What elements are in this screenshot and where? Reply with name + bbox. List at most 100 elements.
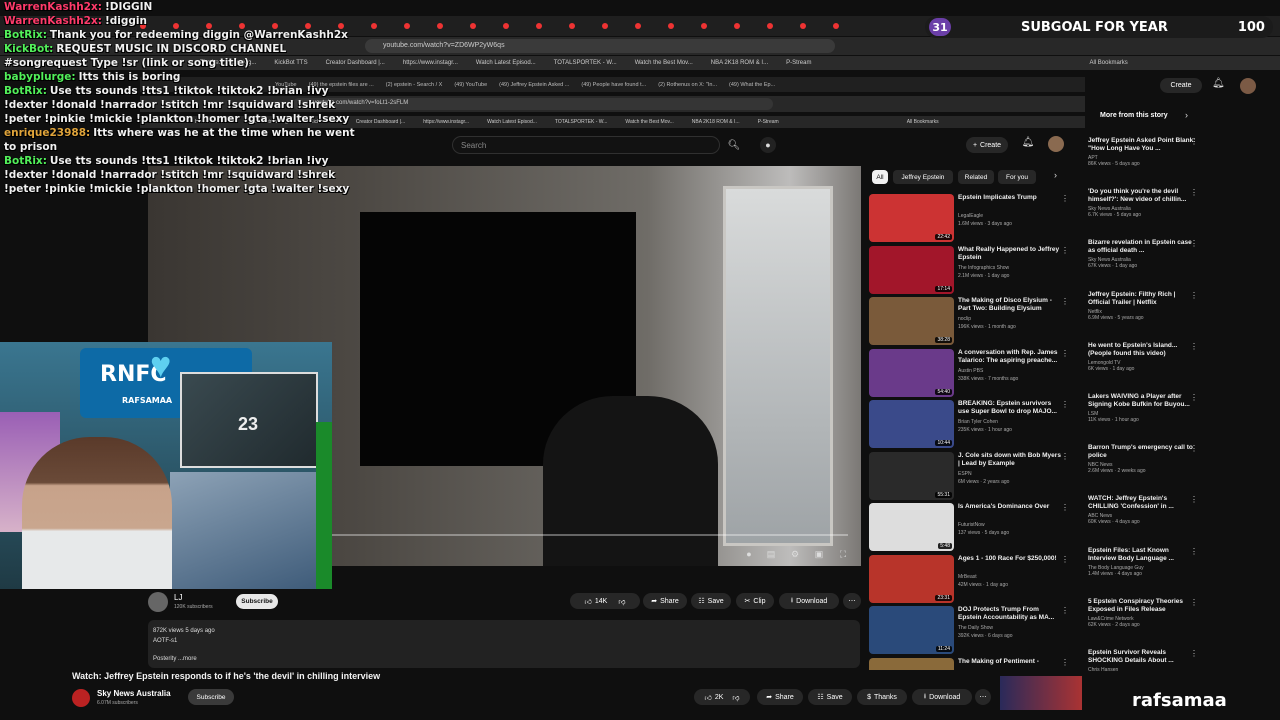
recommendation-item[interactable]: 23:31 Ages 1 - 100 Race For $250,000! MrBe… xyxy=(869,554,1079,603)
outer-recommendation-item[interactable]: Jeffrey Epstein Asked Point Blank: "How … xyxy=(1088,137,1198,185)
video-thumbnail[interactable]: 54:40 xyxy=(869,348,954,397)
kebab-menu-icon[interactable]: ⋮ xyxy=(1061,297,1069,306)
outer-save-button[interactable]: ☷ Save xyxy=(808,689,852,705)
kebab-menu-icon[interactable]: ⋮ xyxy=(1061,400,1069,409)
chip-for-you[interactable]: For you xyxy=(998,170,1036,184)
browser-tab[interactable] xyxy=(734,19,756,33)
like-dislike-group[interactable]: 👍︎ 14K 👎︎ xyxy=(570,593,640,609)
browser-tab[interactable]: (2) epstein - Search / X xyxy=(386,82,443,88)
browser-tab[interactable]: (49) Jeffrey Epstein Asked ... xyxy=(499,82,569,88)
video-title[interactable]: BREAKING: Epstein survivors use Super Bo… xyxy=(958,400,1064,416)
kebab-menu-icon[interactable]: ⋮ xyxy=(1190,137,1198,146)
kebab-menu-icon[interactable]: ⋮ xyxy=(1061,452,1069,461)
channel-name[interactable]: FuturistNow xyxy=(958,522,985,528)
channel-name[interactable]: The Infographics Show xyxy=(958,265,1009,271)
recommendation-item[interactable]: 10:44 BREAKING: Epstein survivors use Sup… xyxy=(869,400,1079,448)
recommendation-item[interactable]: 55:31 J. Cole sits down with Bob Myers | … xyxy=(869,451,1079,500)
outer-recommendation-item[interactable]: Bizarre revelation in Epstein case as of… xyxy=(1088,239,1198,287)
bookmark-item[interactable]: NBA 2K18 ROM & I... xyxy=(711,60,768,66)
outer-recommendation-item[interactable]: 5 Epstein Conspiracy Theories Exposed in… xyxy=(1088,598,1198,646)
outer-recommendation-item[interactable]: He went to Epstein's Island... (People f… xyxy=(1088,342,1198,390)
outer-channel-name[interactable]: Sky News Australia xyxy=(97,689,171,698)
bookmark-item[interactable]: P-Stream xyxy=(758,119,779,125)
kebab-menu-icon[interactable]: ⋮ xyxy=(1190,649,1198,658)
browser-tab[interactable] xyxy=(569,19,591,33)
more-actions-icon[interactable]: ⋯ xyxy=(843,593,861,609)
kebab-menu-icon[interactable]: ⋮ xyxy=(1061,606,1069,615)
video-title[interactable]: Epstein Implicates Trump xyxy=(958,194,1064,202)
channel-name[interactable]: Brian Tyler Cohen xyxy=(958,419,998,425)
video-thumbnail[interactable]: 55:31 xyxy=(869,451,954,500)
chat-username[interactable]: WarrenKashh2x: xyxy=(4,1,102,13)
kebab-menu-icon[interactable]: ⋮ xyxy=(1190,188,1198,197)
channel-name[interactable]: LegalEagle xyxy=(958,213,983,219)
kebab-menu-icon[interactable]: ⋮ xyxy=(1061,194,1069,203)
autoplay-toggle-icon[interactable]: ● xyxy=(743,549,755,559)
browser-tab[interactable]: (2) Rothenus on X: "In... xyxy=(658,82,717,88)
channel-name[interactable]: LJ xyxy=(174,593,182,602)
browser-tab[interactable] xyxy=(800,19,822,33)
outer-url-field[interactable]: youtube.com/watch?v=ZD6WP2yW6qs xyxy=(365,39,835,53)
channel-avatar[interactable] xyxy=(148,592,168,612)
bookmark-item[interactable]: Watch the Best Mov... xyxy=(625,119,673,125)
outer-recommendation-item[interactable]: Epstein Files: Last Known Interview Body… xyxy=(1088,547,1198,595)
kebab-menu-icon[interactable]: ⋮ xyxy=(1190,239,1198,248)
chat-username[interactable]: BotRix: xyxy=(4,29,47,41)
channel-name[interactable]: noclip xyxy=(958,316,971,322)
outer-download-button[interactable]: ⭳ Download xyxy=(912,689,972,705)
thumbs-up-icon[interactable]: 👍︎ xyxy=(705,693,712,702)
browser-tab[interactable] xyxy=(503,19,525,33)
bell-icon[interactable]: 🔔︎ xyxy=(1020,137,1036,153)
recommendation-item[interactable]: 22:42 Epstein Implicates Trump LegalEagle 1… xyxy=(869,194,1079,242)
browser-tab[interactable] xyxy=(635,19,657,33)
outer-like-group[interactable]: 👍︎ 2K 👎︎ xyxy=(694,689,750,705)
microphone-icon[interactable]: ● xyxy=(760,137,776,153)
outer-recommendation-item[interactable]: 'Do you think you're the devil himself?'… xyxy=(1088,188,1198,236)
bookmark-item[interactable]: P-Stream xyxy=(786,60,811,66)
chevron-right-icon[interactable]: › xyxy=(1054,170,1057,180)
thumbs-up-icon[interactable]: 👍︎ xyxy=(585,597,592,606)
recommendation-item[interactable]: 38:28 The Making of Disco Elysium - Part … xyxy=(869,297,1079,345)
browser-tab[interactable] xyxy=(833,19,855,33)
browser-tab[interactable] xyxy=(767,19,789,33)
search-input[interactable]: Search xyxy=(452,136,720,154)
outer-recommendation-item[interactable]: Barron Trump's emergency call to police N… xyxy=(1088,444,1198,492)
recommendation-item[interactable]: 17:14 What Really Happened to Jeffrey Eps… xyxy=(869,245,1079,294)
search-icon[interactable]: 🔍︎ xyxy=(722,136,746,154)
browser-tab[interactable]: (49) YouTube xyxy=(454,82,487,88)
outer-recommendation-thumbnail[interactable] xyxy=(1000,676,1082,710)
bookmark-item[interactable]: Watch Latest Episod... xyxy=(476,60,536,66)
bookmark-item[interactable]: TOTALSPORTEK - W... xyxy=(555,119,608,125)
bookmark-item[interactable]: https://www.instagr... xyxy=(403,60,458,66)
outer-more-icon[interactable]: ⋯ xyxy=(975,689,991,705)
settings-gear-icon[interactable]: ⚙ xyxy=(789,549,801,559)
bookmark-item[interactable]: Watch the Best Mov... xyxy=(635,60,693,66)
video-title[interactable]: The Making of Disco Elysium - Part Two: … xyxy=(958,297,1064,313)
outer-recommendation-item[interactable]: WATCH: Jeffrey Epstein's CHILLING 'Confe… xyxy=(1088,495,1198,543)
video-title[interactable]: Jeffrey Epstein: Filthy Rich | Official … xyxy=(1088,291,1198,307)
browser-tab[interactable] xyxy=(701,19,723,33)
video-title[interactable]: He went to Epstein's Island... (People f… xyxy=(1088,342,1198,358)
bookmark-item[interactable]: All Bookmarks xyxy=(907,119,939,125)
browser-tab[interactable] xyxy=(668,19,690,33)
outer-recommendation-item[interactable]: Jeffrey Epstein: Filthy Rich | Official … xyxy=(1088,291,1198,339)
channel-name[interactable]: MrBeast xyxy=(958,574,977,580)
kebab-menu-icon[interactable]: ⋮ xyxy=(1190,598,1198,607)
video-title[interactable]: 'Do you think you're the devil himself?'… xyxy=(1088,188,1198,204)
outer-subscribe-button[interactable]: Subscribe xyxy=(188,689,234,705)
channel-name[interactable]: Austin PBS xyxy=(958,368,983,374)
outer-avatar[interactable] xyxy=(1240,78,1256,94)
description-box[interactable]: 872K views 5 days ago AOTF-s1 Posterity … xyxy=(148,620,860,668)
kebab-menu-icon[interactable]: ⋮ xyxy=(1190,342,1198,351)
progress-bar[interactable] xyxy=(328,534,848,536)
video-thumbnail[interactable] xyxy=(869,657,954,670)
video-thumbnail[interactable]: 17:14 xyxy=(869,245,954,294)
bookmark-item[interactable]: All Bookmarks xyxy=(1089,60,1127,66)
browser-tab[interactable]: (49) People have found t... xyxy=(581,82,646,88)
browser-tab[interactable] xyxy=(371,19,393,33)
recommendation-item[interactable]: 5:48 Is America's Dominance Over FuturistN… xyxy=(869,503,1079,551)
chip-all[interactable]: All xyxy=(872,170,888,184)
chat-username[interactable]: WarrenKashh2x: xyxy=(4,15,102,27)
chat-username[interactable]: enrique23988: xyxy=(4,127,90,139)
outer-thanks-button[interactable]: $ Thanks xyxy=(857,689,907,705)
